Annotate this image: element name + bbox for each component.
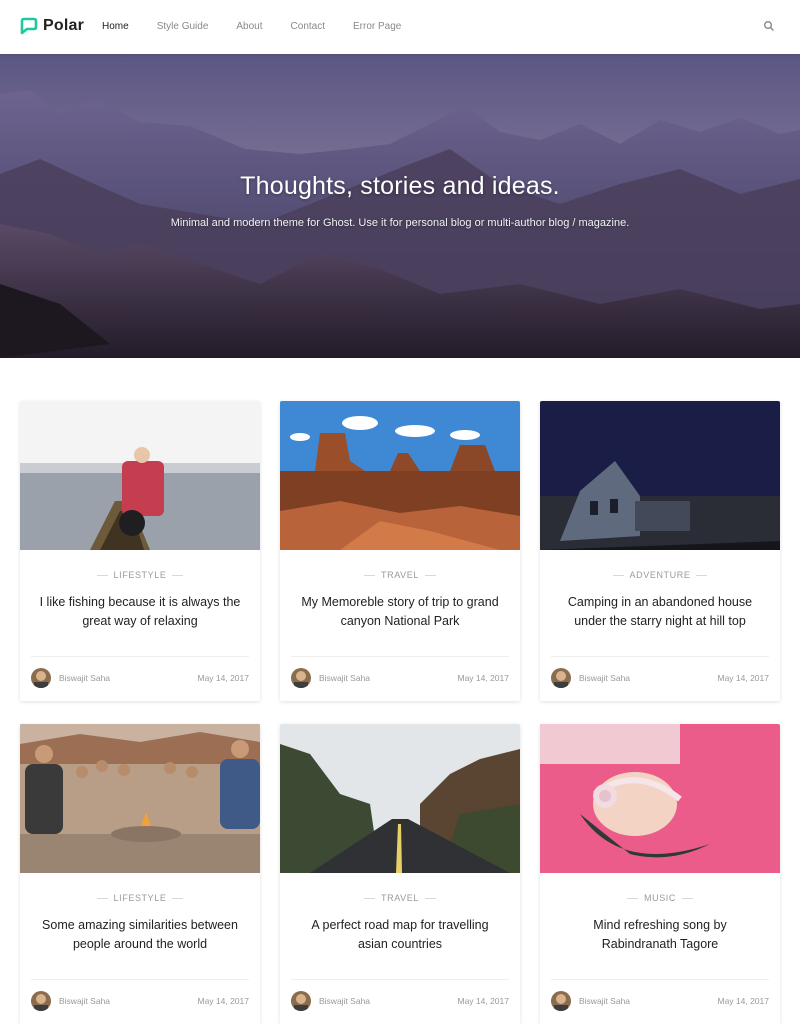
post-card[interactable]: TRAVEL My Memoreble story of trip to gra… bbox=[280, 401, 520, 701]
logo-link[interactable]: Polar bbox=[19, 16, 84, 36]
author-avatar[interactable] bbox=[31, 668, 51, 688]
post-title[interactable]: Camping in an abandoned house under the … bbox=[540, 593, 780, 633]
post-meta: Biswajit Saha May 14, 2017 bbox=[31, 979, 249, 1024]
post-title[interactable]: Mind refreshing song by Rabindranath Tag… bbox=[540, 916, 780, 956]
post-card[interactable]: MUSIC Mind refreshing song by Rabindrana… bbox=[540, 724, 780, 1024]
author-avatar[interactable] bbox=[291, 991, 311, 1011]
post-card[interactable]: LIFESTYLE I like fishing because it is a… bbox=[20, 401, 260, 701]
search-icon[interactable] bbox=[762, 19, 776, 33]
site-header: Polar Home Style Guide About Contact Err… bbox=[0, 0, 800, 54]
post-title[interactable]: A perfect road map for travelling asian … bbox=[280, 916, 520, 956]
post-meta: Biswajit Saha May 14, 2017 bbox=[551, 979, 769, 1024]
nav-about[interactable]: About bbox=[236, 21, 262, 32]
post-category[interactable]: LIFESTYLE bbox=[20, 570, 260, 580]
author-name[interactable]: Biswajit Saha bbox=[59, 673, 110, 683]
post-meta: Biswajit Saha May 14, 2017 bbox=[551, 656, 769, 701]
author-name[interactable]: Biswajit Saha bbox=[319, 673, 370, 683]
author-avatar[interactable] bbox=[31, 991, 51, 1011]
nav-contact[interactable]: Contact bbox=[291, 21, 325, 32]
post-title[interactable]: I like fishing because it is always the … bbox=[20, 593, 260, 633]
post-card[interactable]: LIFESTYLE Some amazing similarities betw… bbox=[20, 724, 260, 1024]
author-avatar[interactable] bbox=[551, 668, 571, 688]
post-image-canyon[interactable] bbox=[280, 401, 520, 550]
polar-logo-icon bbox=[19, 16, 39, 36]
author-name[interactable]: Biswajit Saha bbox=[59, 996, 110, 1006]
post-title[interactable]: My Memoreble story of trip to grand cany… bbox=[280, 593, 520, 633]
brand-name: Polar bbox=[43, 17, 85, 34]
post-category[interactable]: TRAVEL bbox=[280, 893, 520, 903]
nav-error-page[interactable]: Error Page bbox=[353, 21, 401, 32]
post-image-road[interactable] bbox=[280, 724, 520, 873]
author-name[interactable]: Biswajit Saha bbox=[579, 996, 630, 1006]
main-nav: Home Style Guide About Contact Error Pag… bbox=[102, 21, 429, 32]
nav-style-guide[interactable]: Style Guide bbox=[157, 21, 209, 32]
post-title[interactable]: Some amazing similarities between people… bbox=[20, 916, 260, 956]
post-category[interactable]: MUSIC bbox=[540, 893, 780, 903]
post-card[interactable]: TRAVEL A perfect road map for travelling… bbox=[280, 724, 520, 1024]
post-date: May 14, 2017 bbox=[197, 996, 249, 1006]
post-meta: Biswajit Saha May 14, 2017 bbox=[291, 979, 509, 1024]
post-image-fishing[interactable] bbox=[20, 401, 260, 550]
author-avatar[interactable] bbox=[551, 991, 571, 1011]
post-date: May 14, 2017 bbox=[717, 996, 769, 1006]
mountain-landscape-image bbox=[0, 54, 800, 358]
post-meta: Biswajit Saha May 14, 2017 bbox=[291, 656, 509, 701]
hero-title: Thoughts, stories and ideas. bbox=[240, 172, 560, 200]
post-date: May 14, 2017 bbox=[457, 673, 509, 683]
post-meta: Biswajit Saha May 14, 2017 bbox=[31, 656, 249, 701]
author-avatar[interactable] bbox=[291, 668, 311, 688]
post-image-music[interactable] bbox=[540, 724, 780, 873]
author-name[interactable]: Biswajit Saha bbox=[579, 673, 630, 683]
post-category[interactable]: ADVENTURE bbox=[540, 570, 780, 580]
post-date: May 14, 2017 bbox=[717, 673, 769, 683]
post-category[interactable]: TRAVEL bbox=[280, 570, 520, 580]
author-name[interactable]: Biswajit Saha bbox=[319, 996, 370, 1006]
post-image-abandoned-house[interactable] bbox=[540, 401, 780, 550]
post-date: May 14, 2017 bbox=[197, 673, 249, 683]
post-image-campfire[interactable] bbox=[20, 724, 260, 873]
post-date: May 14, 2017 bbox=[457, 996, 509, 1006]
post-category[interactable]: LIFESTYLE bbox=[20, 893, 260, 903]
hero-banner: Thoughts, stories and ideas. Minimal and… bbox=[0, 54, 800, 358]
post-card[interactable]: ADVENTURE Camping in an abandoned house … bbox=[540, 401, 780, 701]
hero-subtitle: Minimal and modern theme for Ghost. Use … bbox=[170, 217, 630, 229]
nav-home[interactable]: Home bbox=[102, 21, 129, 32]
